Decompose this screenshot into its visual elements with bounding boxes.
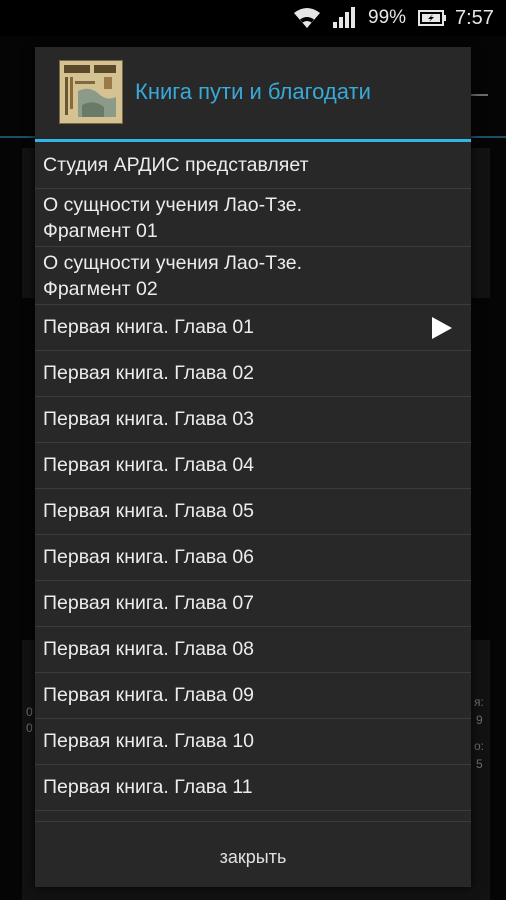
background-text: 9 xyxy=(476,713,483,727)
background-text: я: xyxy=(474,695,484,709)
footer-divider xyxy=(35,821,471,822)
track-item[interactable]: Первая книга. Глава 11 xyxy=(35,765,471,811)
track-label: Первая книга. Глава 08 xyxy=(43,638,255,660)
track-label: Первая книга. Глава 09 xyxy=(43,684,255,706)
track-item[interactable]: О сущности учения Лао-Тзе. Фрагмент 01 xyxy=(35,189,471,247)
background-text: 0 xyxy=(26,705,33,719)
track-label: Первая книга. Глава 07 xyxy=(43,592,255,614)
close-button[interactable]: закрыть xyxy=(35,833,471,881)
track-label: Первая книга. Глава 03 xyxy=(43,408,255,430)
dialog-header: Книга пути и благодати xyxy=(35,47,471,139)
track-item[interactable]: О сущности учения Лао-Тзе. Фрагмент 02 xyxy=(35,247,471,305)
track-list: Студия АРДИС представляет О сущности уче… xyxy=(35,143,471,811)
clock: 7:57 xyxy=(455,6,494,29)
track-item[interactable]: Первая книга. Глава 03 xyxy=(35,397,471,443)
screen: 0 0 я: 9 о: 5 99% 7:57 Книга пути и благ… xyxy=(0,0,506,900)
track-label: Первая книга. Глава 10 xyxy=(43,730,255,752)
menu-icon xyxy=(470,94,488,96)
track-label: О сущности учения Лао-Тзе. Фрагмент 01 xyxy=(43,193,303,242)
status-bar: 99% 7:57 xyxy=(0,0,506,36)
background-text: о: xyxy=(474,739,485,753)
track-item[interactable]: Первая книга. Глава 09 xyxy=(35,673,471,719)
dialog-title: Книга пути и благодати xyxy=(135,79,371,104)
track-item[interactable]: Первая книга. Глава 08 xyxy=(35,627,471,673)
playlist-dialog: Книга пути и благодати Студия АРДИС пред… xyxy=(35,47,471,887)
header-divider xyxy=(35,139,471,142)
track-item[interactable]: Первая книга. Глава 10 xyxy=(35,719,471,765)
track-item[interactable]: Первая книга. Глава 04 xyxy=(35,443,471,489)
track-label: Первая книга. Глава 05 xyxy=(43,500,255,522)
track-label: Первая книга. Глава 06 xyxy=(43,546,255,568)
track-item[interactable]: Первая книга. Глава 05 xyxy=(35,489,471,535)
track-item[interactable]: Первая книга. Глава 02 xyxy=(35,351,471,397)
track-item[interactable]: Первая книга. Глава 06 xyxy=(35,535,471,581)
battery-icon xyxy=(418,0,448,36)
track-label: Студия АРДИС представляет xyxy=(43,154,309,176)
background-text: 5 xyxy=(476,757,483,771)
track-item-playing[interactable]: Первая книга. Глава 01 xyxy=(35,305,471,351)
background-text: 0 xyxy=(26,721,33,735)
play-icon xyxy=(429,316,453,340)
track-item[interactable]: Первая книга. Глава 07 xyxy=(35,581,471,627)
book-cover-icon xyxy=(59,60,123,124)
track-item[interactable]: Студия АРДИС представляет xyxy=(35,143,471,189)
wifi-icon xyxy=(292,0,322,36)
signal-icon xyxy=(332,0,356,36)
track-label: Первая книга. Глава 11 xyxy=(43,776,253,798)
track-label: Первая книга. Глава 02 xyxy=(43,362,255,384)
battery-percentage: 99% xyxy=(368,7,407,28)
track-label: О сущности учения Лао-Тзе. Фрагмент 02 xyxy=(43,251,303,300)
track-label: Первая книга. Глава 04 xyxy=(43,454,255,476)
track-label: Первая книга. Глава 01 xyxy=(43,316,255,338)
